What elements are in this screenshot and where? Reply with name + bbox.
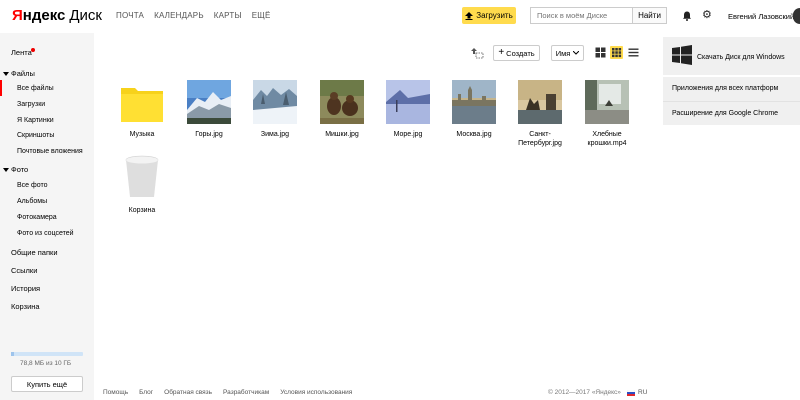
footer-link-feedback[interactable]: Обратная связь: [164, 389, 212, 396]
mountains-photo[interactable]: [187, 80, 231, 124]
russia-flag-icon: [627, 390, 635, 396]
sidebar-item-mail-attachments[interactable]: Почтовые вложения: [17, 148, 83, 155]
sidebar-item-trash[interactable]: Корзина: [11, 302, 40, 311]
chevron-down-icon[interactable]: [3, 72, 9, 76]
language-switch[interactable]: RU: [638, 389, 647, 396]
sidebar-item-history[interactable]: История: [11, 284, 40, 293]
footer-link-blog[interactable]: Блог: [139, 389, 153, 396]
windows-logo-icon: [672, 45, 692, 65]
chevron-down-icon[interactable]: [3, 168, 9, 172]
search-input[interactable]: [530, 7, 632, 24]
file-name[interactable]: Море.jpg: [373, 130, 443, 139]
nav-maps[interactable]: КАРТЫ: [214, 11, 242, 20]
sidebar-item-screenshots[interactable]: Скриншоты: [17, 132, 54, 139]
sidebar-item-photo[interactable]: Фото: [11, 165, 28, 174]
upload-button-label: Загрузить: [476, 11, 513, 20]
yandex-disk-logo[interactable]: Я ндекс Диск: [12, 7, 102, 25]
footer-link-developers[interactable]: Разработчикам: [223, 389, 269, 396]
spb-photo[interactable]: [518, 80, 562, 124]
sidebar-item-all-files[interactable]: Все файлы: [17, 85, 54, 92]
plus-icon: +: [498, 47, 505, 58]
file-name-line1: Хлебные: [592, 131, 622, 138]
moscow-photo[interactable]: [452, 80, 496, 124]
bell-icon[interactable]: [682, 11, 692, 21]
sidebar-item-social-photos[interactable]: Фото из соцсетей: [17, 230, 74, 237]
upload-tool-icon[interactable]: [470, 47, 484, 59]
copyright: © 2012—2017 «Яндекс»: [548, 389, 621, 396]
sidebar-item-albums[interactable]: Альбомы: [17, 198, 47, 205]
upload-arrow-icon: [465, 11, 474, 20]
sidebar-item-feed[interactable]: Лента: [11, 48, 32, 57]
trash-bin-icon[interactable]: [120, 155, 164, 199]
file-name[interactable]: Санкт- Петербург.jpg: [505, 130, 575, 148]
sidebar-item-shared[interactable]: Общие папки: [11, 248, 58, 257]
sea-photo[interactable]: [386, 80, 430, 124]
nav-calendar[interactable]: КАЛЕНДАРЬ: [154, 11, 204, 20]
header: Я ндекс Диск ПОЧТА КАЛЕНДАРЬ КАРТЫ ЕЩЁ З…: [0, 0, 800, 33]
file-name-line2: Петербург.jpg: [518, 140, 562, 147]
file-name[interactable]: Музыка: [107, 130, 177, 139]
gear-icon[interactable]: ⚙: [702, 10, 712, 21]
chevron-down-icon: [573, 51, 580, 55]
footer-links: Помощь Блог Обратная связь Разработчикам…: [103, 389, 363, 396]
footer-link-help[interactable]: Помощь: [103, 389, 128, 396]
promo-windows[interactable]: Скачать Диск для Windows: [663, 37, 800, 75]
logo-service-text: Диск: [69, 7, 102, 24]
file-name[interactable]: Горы.jpg: [174, 130, 244, 139]
nav-more[interactable]: ЕЩЁ: [252, 11, 271, 20]
winter-photo[interactable]: [253, 80, 297, 124]
file-name[interactable]: Москва.jpg: [439, 130, 509, 139]
user-name[interactable]: Евгений Лазовский: [728, 12, 794, 21]
quota-text: 78,8 МБ из 10 ГБ: [20, 360, 72, 367]
bears-photo[interactable]: [320, 80, 364, 124]
sidebar-item-files[interactable]: Файлы: [11, 69, 35, 78]
avatar[interactable]: [793, 8, 800, 24]
create-button-label: Создать: [506, 48, 535, 58]
sort-dropdown[interactable]: Имя: [551, 45, 584, 61]
file-name[interactable]: Корзина: [107, 206, 177, 215]
upload-button[interactable]: Загрузить: [462, 7, 516, 24]
quota-fill: [11, 352, 14, 356]
buy-more-button[interactable]: Купить ещё: [11, 376, 83, 392]
promo-all-platforms[interactable]: Приложения для всех платформ: [663, 77, 800, 101]
sidebar-item-links[interactable]: Ссылки: [11, 266, 37, 275]
sidebar-item-downloads[interactable]: Загрузки: [17, 101, 45, 108]
large-tiles-view-icon[interactable]: [594, 46, 607, 59]
nav-mail[interactable]: ПОЧТА: [116, 11, 144, 20]
file-name[interactable]: Зима.jpg: [240, 130, 310, 139]
folder-icon[interactable]: [120, 80, 164, 124]
sidebar-item-all-photos[interactable]: Все фото: [17, 182, 48, 189]
top-navigation: ПОЧТА КАЛЕНДАРЬ КАРТЫ ЕЩЁ: [116, 11, 281, 20]
file-name[interactable]: Хлебные крошки.mp4: [572, 130, 642, 148]
new-events-dot: [31, 48, 35, 52]
small-tiles-view-icon[interactable]: [610, 46, 623, 59]
active-indicator: [0, 80, 2, 96]
quota-bar: [11, 352, 83, 356]
search-button[interactable]: Найти: [632, 7, 667, 24]
logo-yandex-text: ндекс: [22, 7, 66, 24]
video-thumb[interactable]: [585, 80, 629, 124]
file-name-line1: Санкт-: [529, 131, 551, 138]
sort-label: Имя: [555, 48, 571, 58]
logo-letter-y: Я: [12, 7, 23, 24]
sidebar-item-images[interactable]: Я Картинки: [17, 117, 54, 124]
footer-link-terms[interactable]: Условия использования: [280, 389, 352, 396]
promo-windows-label: Скачать Диск для Windows: [697, 54, 785, 61]
list-view-icon[interactable]: [627, 46, 640, 59]
promo-chrome-extension[interactable]: Расширение для Google Chrome: [663, 101, 800, 125]
sidebar-item-camera[interactable]: Фотокамера: [17, 214, 57, 221]
file-name[interactable]: Мишки.jpg: [307, 130, 377, 139]
create-button[interactable]: + Создать: [493, 45, 540, 61]
file-name-line2: крошки.mp4: [587, 140, 627, 147]
